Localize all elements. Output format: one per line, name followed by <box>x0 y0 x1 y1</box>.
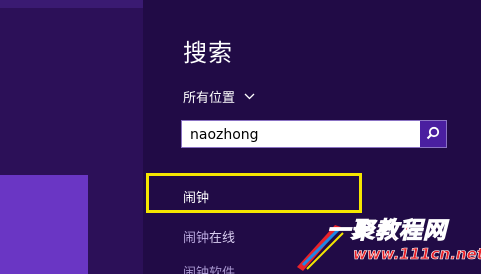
result-match-text: 闹钟 <box>183 191 210 206</box>
result-rest-text: 在线 <box>209 231 236 246</box>
result-rest-text: 软件 <box>209 266 236 274</box>
chevron-down-icon <box>243 91 255 103</box>
start-screen-top-strip <box>0 0 143 8</box>
search-result-item[interactable]: 闹钟软件 <box>183 262 235 274</box>
start-tile[interactable] <box>0 175 88 274</box>
search-result-item[interactable]: 闹钟在线 <box>183 227 235 246</box>
search-result-item[interactable]: 闹钟 <box>183 187 209 206</box>
search-scope-dropdown[interactable]: 所有位置 <box>183 87 255 106</box>
result-match-text: 闹钟 <box>183 266 210 274</box>
result-match-text: 闹钟 <box>183 231 210 246</box>
search-pane-title: 搜索 <box>183 39 233 67</box>
search-scope-label: 所有位置 <box>183 91 236 106</box>
search-button[interactable] <box>420 121 446 147</box>
search-icon <box>426 125 440 144</box>
search-box[interactable] <box>181 120 447 148</box>
start-screen-background <box>0 0 143 274</box>
search-pane: 搜索 所有位置 闹钟 <box>143 0 481 274</box>
search-input[interactable] <box>190 124 410 146</box>
windows-search-screen: 搜索 所有位置 闹钟 <box>0 0 481 274</box>
